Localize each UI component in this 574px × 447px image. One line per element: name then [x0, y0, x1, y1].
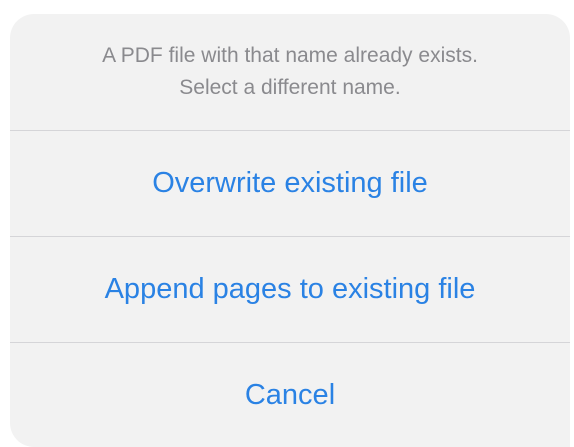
append-pages-button[interactable]: Append pages to existing file — [10, 237, 570, 342]
alert-message-line-1: A PDF file with that name already exists… — [102, 44, 478, 67]
append-pages-label: Append pages to existing file — [104, 273, 476, 305]
overwrite-existing-file-button[interactable]: Overwrite existing file — [10, 131, 570, 236]
overwrite-existing-file-label: Overwrite existing file — [152, 167, 428, 199]
cancel-label: Cancel — [244, 378, 336, 411]
action-sheet: A PDF file with that name already exists… — [10, 14, 570, 447]
alert-message: A PDF file with that name already exists… — [10, 14, 570, 130]
cancel-button[interactable]: Cancel — [10, 343, 570, 447]
alert-message-line-2: Select a different name. — [179, 76, 401, 99]
